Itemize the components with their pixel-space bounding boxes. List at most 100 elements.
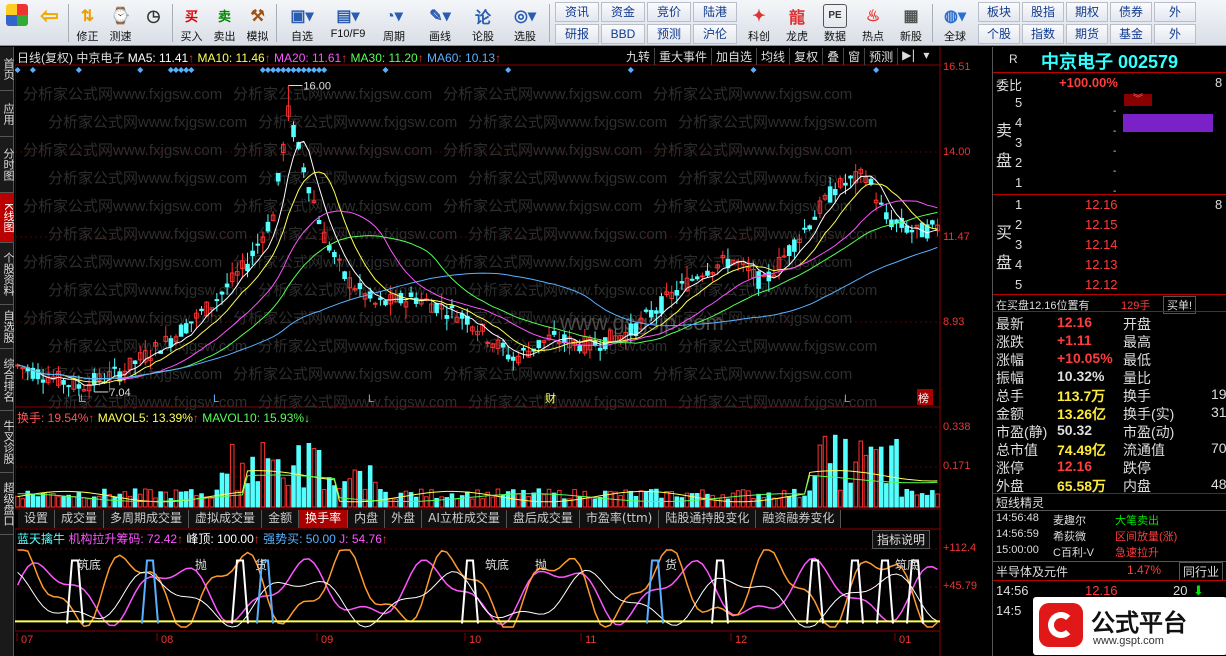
event-diamond-marker (300, 67, 307, 73)
market-link-stocks[interactable]: 个股 (978, 23, 1020, 44)
up-down-arrow-icon: ⇅ (80, 7, 95, 25)
tab-super-order[interactable]: 超级盘口 (0, 473, 15, 535)
sector-name[interactable]: 半导体及元件 (996, 563, 1068, 580)
candle-body (132, 360, 138, 365)
chart-button-nine-turn[interactable]: 九转 (622, 48, 656, 65)
candle-body (761, 275, 766, 278)
volume-bar (296, 445, 301, 508)
indicator-tab[interactable]: 外盘 (385, 510, 423, 528)
event-diamond-marker (172, 67, 179, 73)
chart-button-overlay[interactable]: 叠 (823, 48, 845, 65)
indicator-peak-spike (231, 559, 249, 624)
volume-bar (592, 498, 598, 508)
market-link-index[interactable]: 指数 (1022, 23, 1064, 44)
tab-kline[interactable]: K线图 (0, 193, 15, 243)
indicator-tab[interactable]: 陆股通持股变化 (659, 510, 757, 528)
indicator-tab[interactable]: AI立桩成交量 (422, 510, 507, 528)
indicator-tab[interactable]: 设置 (18, 510, 56, 528)
candle-body (878, 202, 884, 205)
indicator-tab[interactable]: 融资融券变化 (756, 510, 842, 528)
short-name[interactable]: C百利-V (1053, 544, 1094, 560)
period-button[interactable]: ◔▾ 周期 (371, 1, 417, 45)
market-link-funds[interactable]: 基金 (1110, 23, 1152, 44)
portfolio-button[interactable]: ▣▾ 自选 (279, 1, 325, 45)
play-icon[interactable]: ▶| (898, 48, 919, 65)
candle-body (449, 305, 455, 309)
tab-watchlist[interactable]: 自选股 (0, 305, 15, 349)
chart-button-major-events[interactable]: 重大事件 (655, 48, 713, 65)
chevron-down-icon[interactable]: ▾ (919, 48, 933, 65)
tab-stock-info[interactable]: 个股资料 (0, 243, 15, 305)
sell-button[interactable]: 卖卖出 (208, 1, 241, 45)
tab-ranking[interactable]: 综合排名 (0, 349, 15, 411)
chart-button-forecast[interactable]: 预测 (865, 48, 899, 65)
fix-button[interactable]: ⇅ 修正 (71, 1, 104, 45)
f10-label: F10/F9 (330, 27, 366, 40)
watermark-text: 分析家公式网www.fxjgsw.com (653, 366, 852, 383)
data-button[interactable]: PE 数据 (816, 1, 854, 45)
quick-link-info[interactable]: 资讯 (555, 1, 599, 22)
tab-diagnosis[interactable]: 牛叉诊股 (0, 411, 15, 473)
indicator-tab-active[interactable]: 换手率 (299, 510, 349, 528)
candle-body (398, 292, 404, 304)
discuss-button[interactable]: 论论股 (463, 1, 503, 45)
quick-link-auction[interactable]: 竞价 (647, 1, 691, 22)
candle-body (577, 345, 582, 352)
tab-apps[interactable]: 应用 (0, 91, 15, 137)
indicator-tab[interactable]: 内盘 (348, 510, 386, 528)
volume-bar (286, 484, 291, 508)
kline-chart-svg[interactable]: 分析家公式网www.fxjgsw.com 分析家公式网www.fxjgsw.com… (15, 47, 992, 656)
draw-line-button[interactable]: ✎▾ 画线 (417, 1, 463, 45)
indicator-tab[interactable]: 虚拟成交量 (189, 510, 263, 528)
f10-button[interactable]: ▤▾ F10/F9 (325, 1, 371, 45)
chart-button-adjust[interactable]: 复权 (790, 48, 824, 65)
indicator-tab[interactable]: 多周期成交量 (104, 510, 190, 528)
tab-home[interactable]: 首页 (0, 47, 15, 91)
quick-link-fund[interactable]: 资金 (601, 1, 645, 22)
quick-link-london[interactable]: 沪伦 (693, 23, 737, 44)
tab-timeshare[interactable]: 分时图 (0, 137, 15, 193)
chart-button-window[interactable]: 窗 (844, 48, 866, 65)
market-link-futures[interactable]: 期货 (1066, 23, 1108, 44)
market-link-forex[interactable]: 外 (1154, 1, 1196, 22)
ipo-button[interactable]: ▦ 新股 (892, 1, 930, 45)
volume-bar (148, 489, 153, 508)
select-stock-button[interactable]: ◎▾ 选股 (503, 1, 547, 45)
market-link-sector[interactable]: 板块 (978, 1, 1020, 22)
star-market-button[interactable]: ✦ 科创 (740, 1, 778, 45)
market-link-index-futures[interactable]: 股指 (1022, 1, 1064, 22)
indicator-tab[interactable]: 市盈率(ttm) (579, 510, 660, 528)
back-button[interactable]: ⇦ (33, 1, 66, 45)
chart-button-add-watchlist[interactable]: 加自选 (712, 48, 758, 65)
indicator-tab[interactable]: 金额 (262, 510, 300, 528)
dragon-tiger-button[interactable]: 龍龙虎 (778, 1, 816, 45)
quick-link-hk[interactable]: 陆港 (693, 1, 737, 22)
short-name[interactable]: 麦趣尔 (1053, 512, 1086, 528)
market-link-foreign[interactable]: 外 (1154, 23, 1196, 44)
speed-test-button[interactable]: ⌚ 测速 (104, 1, 137, 45)
kline-chart-area[interactable]: 分析家公式网www.fxjgsw.com 分析家公式网www.fxjgsw.com… (15, 47, 977, 656)
indicator-tab[interactable]: 成交量 (55, 510, 105, 528)
volume-bar (347, 478, 353, 508)
hot-button[interactable]: ♨ 热点 (854, 1, 892, 45)
market-link-bonds[interactable]: 债券 (1110, 1, 1152, 22)
quick-link-forecast[interactable]: 预测 (647, 23, 691, 44)
indicator-tab[interactable]: 盘后成交量 (506, 510, 580, 528)
global-button[interactable]: ◍▾ 全球 (935, 1, 975, 45)
volume-bar (930, 490, 935, 508)
app-logo-button[interactable] (0, 1, 33, 45)
market-link-options[interactable]: 期权 (1066, 1, 1108, 22)
quick-link-bbd[interactable]: BBD (601, 23, 645, 44)
quick-link-research[interactable]: 研报 (555, 23, 599, 44)
simulate-button[interactable]: ⚒ 模拟 (241, 1, 274, 45)
date-axis-label: 07 (21, 634, 33, 646)
short-name[interactable]: 希荻微 (1053, 528, 1086, 544)
chart-button-ma[interactable]: 均线 (757, 48, 791, 65)
candle-body (848, 175, 853, 179)
same-industry-button[interactable]: 同行业 (1179, 562, 1224, 581)
buy-button[interactable]: 买买入 (175, 1, 208, 45)
chevron-down-icon[interactable]: ︾ (1124, 94, 1152, 106)
indicator-help-button[interactable]: 指标说明 (872, 530, 931, 549)
clock-button[interactable]: ◷ (137, 1, 170, 45)
volume-bar (786, 496, 792, 508)
